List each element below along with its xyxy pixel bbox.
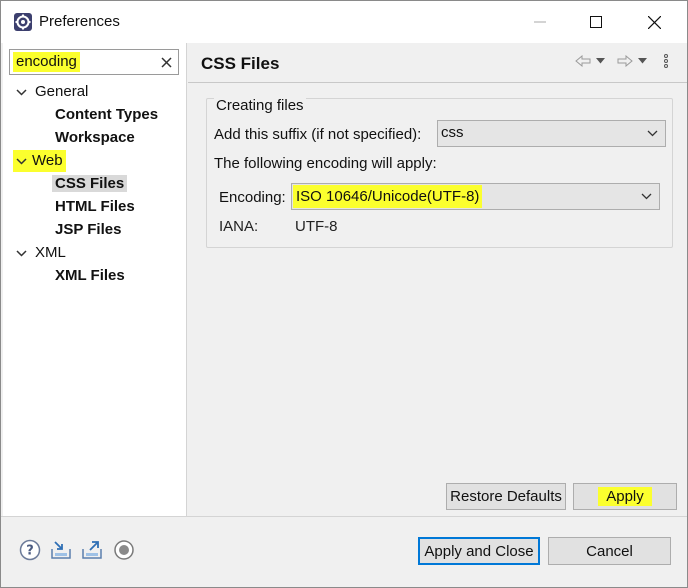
tree-item-jsp-files[interactable]: JSP Files bbox=[55, 219, 121, 241]
filter-field[interactable]: encoding bbox=[9, 49, 179, 75]
export-icon[interactable] bbox=[81, 539, 103, 561]
svg-text:?: ? bbox=[26, 544, 34, 559]
page-title: CSS Files bbox=[201, 54, 280, 73]
forward-dropdown-icon[interactable] bbox=[636, 52, 648, 70]
tree-label: XML bbox=[35, 244, 66, 261]
tree-item-xml[interactable]: XML bbox=[15, 242, 185, 264]
suffix-label: Add this suffix (if not specified): bbox=[214, 126, 422, 143]
clear-filter-icon[interactable] bbox=[158, 53, 174, 71]
maximize-icon bbox=[590, 16, 602, 28]
tree-item-html-files[interactable]: HTML Files bbox=[55, 196, 135, 218]
tree-item-general[interactable]: General bbox=[15, 81, 185, 103]
iana-value: UTF-8 bbox=[295, 218, 338, 235]
help-icon[interactable]: ? bbox=[19, 539, 41, 561]
tree-label: Web bbox=[29, 150, 66, 172]
preferences-gear-icon bbox=[13, 12, 33, 32]
apply-label: Apply bbox=[598, 487, 652, 506]
minimize-icon bbox=[534, 21, 546, 23]
tree-label: JSP Files bbox=[55, 221, 122, 238]
chevron-down-icon[interactable] bbox=[15, 81, 27, 103]
tree-item-workspace[interactable]: Workspace bbox=[55, 127, 135, 149]
suffix-select[interactable]: css bbox=[437, 120, 666, 147]
encoding-select[interactable]: ISO 10646/Unicode(UTF-8) bbox=[291, 183, 660, 210]
tree-label: Content Types bbox=[55, 106, 159, 123]
back-dropdown-icon[interactable] bbox=[594, 52, 606, 70]
forward-arrow-icon[interactable] bbox=[616, 52, 634, 70]
page-header: CSS Files bbox=[188, 43, 687, 83]
apply-and-close-button[interactable]: Apply and Close bbox=[418, 537, 540, 565]
suffix-value: css bbox=[441, 124, 464, 141]
preference-page: CSS Files Creating files Add this suffix… bbox=[188, 43, 687, 516]
record-icon[interactable] bbox=[113, 539, 135, 561]
encoding-value: ISO 10646/Unicode(UTF-8) bbox=[293, 185, 483, 208]
title-bar: Preferences bbox=[1, 1, 687, 43]
tree-label: XML Files bbox=[55, 267, 125, 284]
tree-item-content-types[interactable]: Content Types bbox=[55, 104, 158, 126]
restore-defaults-button[interactable]: Restore Defaults bbox=[446, 483, 566, 510]
chevron-down-icon[interactable] bbox=[15, 242, 27, 264]
cancel-button[interactable]: Cancel bbox=[548, 537, 671, 565]
preferences-tree-panel: encoding General Content Types Workspace bbox=[3, 43, 187, 516]
window-title: Preferences bbox=[39, 13, 120, 30]
apply-button[interactable]: Apply bbox=[573, 483, 677, 510]
chevron-down-icon[interactable] bbox=[13, 150, 29, 172]
maximize-button[interactable] bbox=[567, 1, 625, 43]
encoding-label: Encoding: bbox=[219, 189, 286, 206]
tree-label: HTML Files bbox=[55, 198, 135, 215]
tree-item-xml-files[interactable]: XML Files bbox=[55, 265, 125, 287]
close-button[interactable] bbox=[625, 1, 683, 43]
filter-input[interactable]: encoding bbox=[13, 52, 80, 72]
view-menu-icon[interactable] bbox=[660, 52, 672, 70]
chevron-down-icon bbox=[645, 126, 659, 140]
tree-label: CSS Files bbox=[52, 175, 128, 192]
tree-label: Workspace bbox=[55, 129, 135, 146]
preferences-window: Preferences encoding General Content Typ… bbox=[0, 0, 688, 588]
back-arrow-icon[interactable] bbox=[574, 52, 592, 70]
minimize-button[interactable] bbox=[511, 1, 569, 43]
tree-item-css-files[interactable]: CSS Files bbox=[52, 173, 128, 195]
tree-label: General bbox=[35, 83, 89, 100]
group-title: Creating files bbox=[214, 97, 306, 114]
tree-item-web[interactable]: Web bbox=[13, 150, 185, 172]
import-icon[interactable] bbox=[50, 539, 72, 561]
close-icon bbox=[647, 15, 661, 29]
chevron-down-icon bbox=[639, 189, 653, 203]
encoding-note: The following encoding will apply: bbox=[214, 155, 437, 172]
iana-label: IANA: bbox=[219, 218, 259, 235]
